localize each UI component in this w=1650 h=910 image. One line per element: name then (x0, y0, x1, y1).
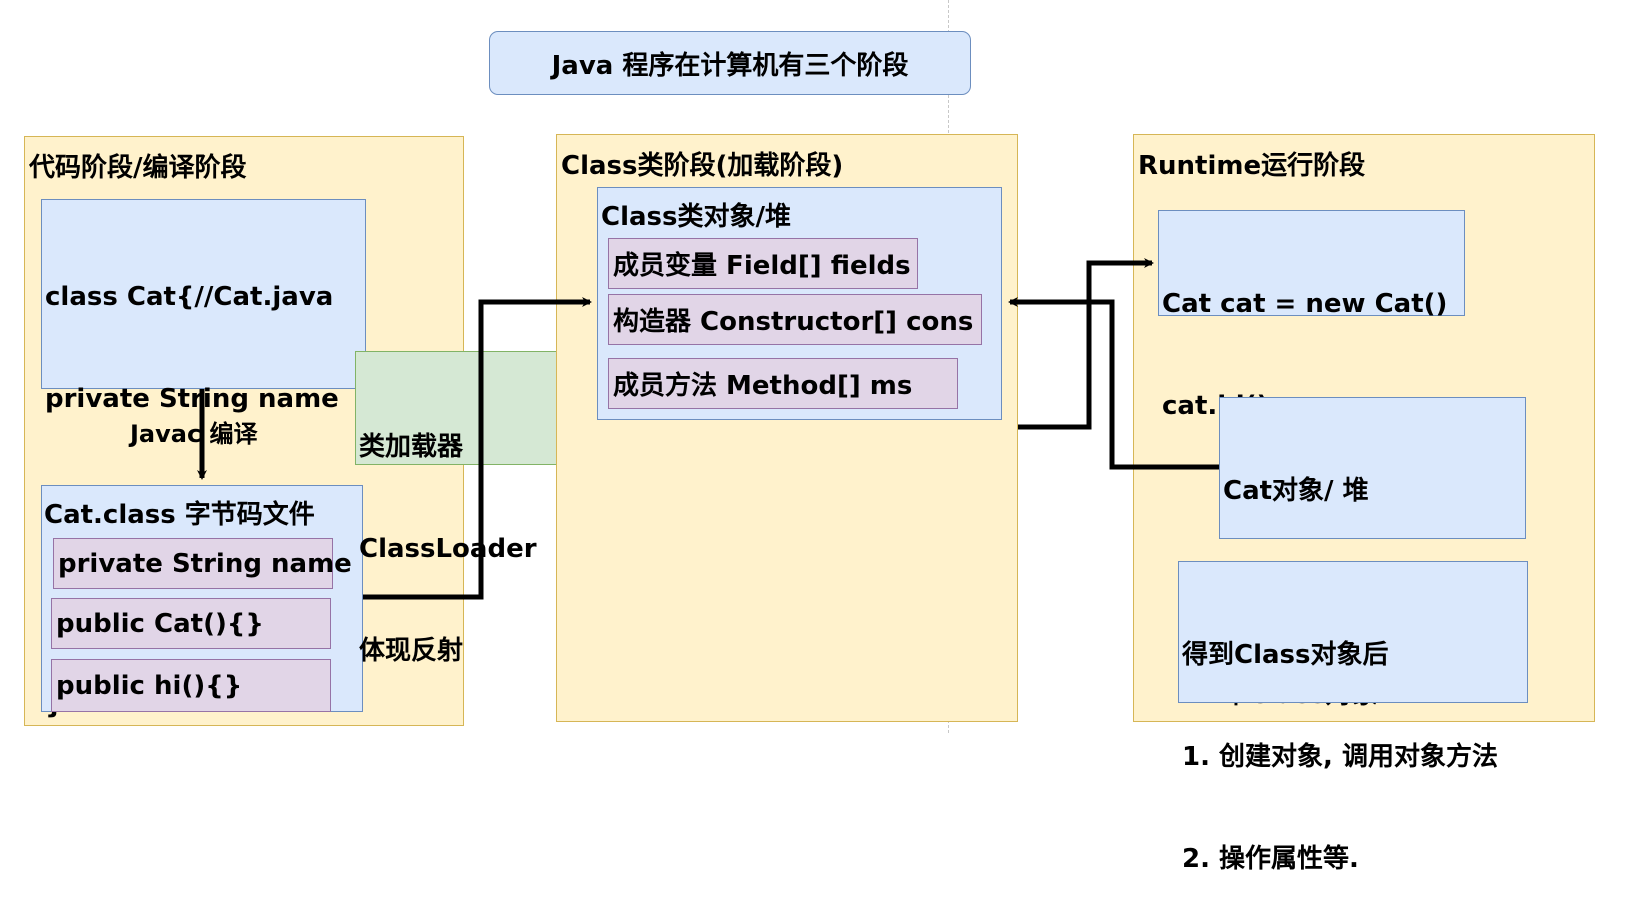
runtime-stage-label: Runtime运行阶段 (1138, 151, 1366, 181)
source-line: class Cat{//Cat.java (45, 282, 334, 312)
diagram-title: Java 程序在计算机有三个阶段 (489, 31, 971, 95)
class-member-constructors: 构造器 Constructor[] cons (608, 294, 982, 345)
runtime-code-line: Cat cat = new Cat() (1162, 289, 1448, 319)
classloader-box: 类加载器 ClassLoader 体现反射 (355, 351, 568, 666)
create-object-arrow (1018, 258, 1154, 430)
after-class-line: 得到Class对象后 (1182, 640, 1389, 670)
code-stage-label: 代码阶段/编译阶段 (29, 153, 247, 183)
cat-object-box: Cat对象/ 堆 该对象知道他是属于哪 个Class对象 (1219, 397, 1526, 710)
classloader-line: 类加载器 (359, 432, 464, 462)
compile-label: Javac 编译 (130, 420, 258, 448)
class-member-methods: 成员方法 Method[] ms (608, 358, 958, 409)
source-code-box: class Cat{//Cat.java private String name… (41, 199, 366, 720)
after-class-line: 2. 操作属性等. (1182, 844, 1359, 874)
source-line: private String name (45, 384, 339, 414)
class-object-title: Class类对象/堆 (601, 202, 791, 232)
bytecode-title: Cat.class 字节码文件 (44, 500, 315, 530)
class-stage-label: Class类阶段(加载阶段) (561, 151, 844, 181)
bytecode-member: public hi(){} (51, 659, 331, 712)
after-class-line: 1. 创建对象, 调用对象方法 (1182, 742, 1498, 772)
classloader-line: ClassLoader (359, 534, 537, 564)
bytecode-member: public Cat(){} (51, 598, 331, 649)
class-member-fields: 成员变量 Field[] fields (608, 238, 918, 289)
runtime-code-box: Cat cat = new Cat() cat.hi() (1158, 210, 1465, 421)
classloader-line: 体现反射 (359, 636, 464, 666)
bytecode-member: private String name (53, 538, 352, 589)
cat-object-line: Cat对象/ 堆 (1223, 476, 1369, 506)
after-class-box: 得到Class对象后 1. 创建对象, 调用对象方法 2. 操作属性等. (1178, 561, 1528, 874)
